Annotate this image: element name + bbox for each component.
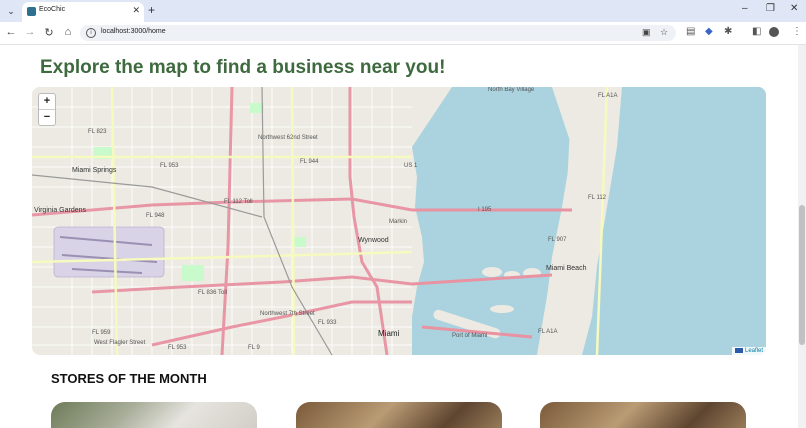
map-label: Northwest 7th Street: [260, 311, 315, 317]
map-label: I 195: [478, 207, 492, 213]
map-label: FL 959: [92, 330, 111, 336]
home-icon[interactable]: ⌂: [61, 26, 75, 38]
map-label: FL 953: [160, 163, 179, 169]
page-scrollbar[interactable]: [798, 45, 806, 428]
map-label: North Bay Village: [488, 87, 535, 93]
map-label: FL 933: [318, 320, 337, 326]
zoom-in-button[interactable]: +: [39, 94, 55, 110]
install-app-icon[interactable]: ▣: [642, 27, 651, 38]
map-label: FL 112: [588, 195, 607, 201]
site-favicon-icon: [27, 7, 36, 16]
store-card[interactable]: [296, 402, 502, 428]
map-zoom-control: + −: [38, 93, 56, 126]
address-bar[interactable]: i localhost:3000/home ▣ ☆: [80, 25, 676, 41]
store-card[interactable]: [540, 402, 746, 428]
browser-tab-strip: ⌄ EcoChic ✕ + – ❐ ✕: [0, 0, 806, 22]
extension-tag-icon[interactable]: ◆: [705, 26, 713, 37]
site-info-icon[interactable]: i: [86, 28, 96, 38]
new-tab-button[interactable]: +: [148, 3, 155, 17]
store-card[interactable]: [51, 402, 257, 428]
menu-kebab-icon[interactable]: ⋮: [792, 26, 802, 37]
map-label: FL 823: [88, 129, 107, 135]
map-label: FL 953: [168, 345, 187, 351]
zoom-out-button[interactable]: −: [39, 110, 55, 125]
profile-avatar[interactable]: [769, 27, 779, 37]
page-viewport: Explore the map to find a business near …: [0, 45, 798, 428]
forward-arrow-icon[interactable]: →: [23, 26, 37, 38]
map-attribution[interactable]: Leaflet: [731, 346, 766, 355]
map-label: Miami: [378, 329, 400, 338]
map-label: FL A1A: [598, 93, 618, 99]
tab-title: EcoChic: [39, 6, 66, 13]
map-label: Virginia Gardens: [34, 207, 87, 214]
map-label: FL 112 Toll: [224, 199, 253, 205]
map-label: FL 9: [248, 345, 260, 351]
map-label: Markin: [389, 219, 408, 225]
reload-icon[interactable]: ↻: [42, 26, 56, 39]
map-section-heading: Explore the map to find a business near …: [40, 57, 446, 78]
url-text[interactable]: localhost:3000/home: [101, 28, 166, 35]
browser-toolbar: ← → ↻ ⌂ i localhost:3000/home ▣ ☆ ▤ ◆ ✱ …: [0, 22, 806, 45]
restore-button[interactable]: ❐: [766, 3, 775, 14]
map-label: US 1: [404, 163, 418, 169]
map-label: Northwest 62nd Street: [258, 135, 318, 141]
map-label: FL 907: [548, 237, 567, 243]
map-label: FL 944: [300, 159, 319, 165]
stores-section-heading: STORES OF THE MONTH: [51, 371, 207, 386]
map-label: FL 948: [146, 213, 165, 219]
flag-icon: [734, 347, 743, 353]
tab-close-icon[interactable]: ✕: [132, 5, 140, 16]
leaflet-link[interactable]: Leaflet: [745, 348, 763, 354]
tab-search-icon[interactable]: ⌄: [4, 4, 18, 18]
business-map[interactable]: North Bay Village FL A1A FL 823 Northwes…: [32, 87, 766, 355]
minimize-button[interactable]: –: [742, 3, 748, 14]
bookmark-star-icon[interactable]: ☆: [660, 27, 668, 38]
map-label: FL 836 Toll: [198, 290, 228, 296]
side-panel-icon[interactable]: ◧: [752, 26, 761, 37]
window-close-button[interactable]: ✕: [790, 3, 798, 14]
map-label: Port of Miami: [452, 333, 488, 339]
browser-tab[interactable]: EcoChic ✕: [22, 2, 144, 22]
map-label: Miami Beach: [546, 265, 587, 272]
extension-icon[interactable]: ▤: [686, 26, 695, 37]
map-label: Miami Springs: [72, 167, 117, 174]
back-arrow-icon[interactable]: ←: [4, 26, 18, 38]
scrollbar-thumb[interactable]: [799, 205, 805, 345]
map-label: Wynwood: [358, 237, 389, 244]
extensions-puzzle-icon[interactable]: ✱: [724, 26, 732, 37]
map-label: FL A1A: [538, 329, 558, 335]
map-label: West Flagler Street: [94, 340, 146, 346]
